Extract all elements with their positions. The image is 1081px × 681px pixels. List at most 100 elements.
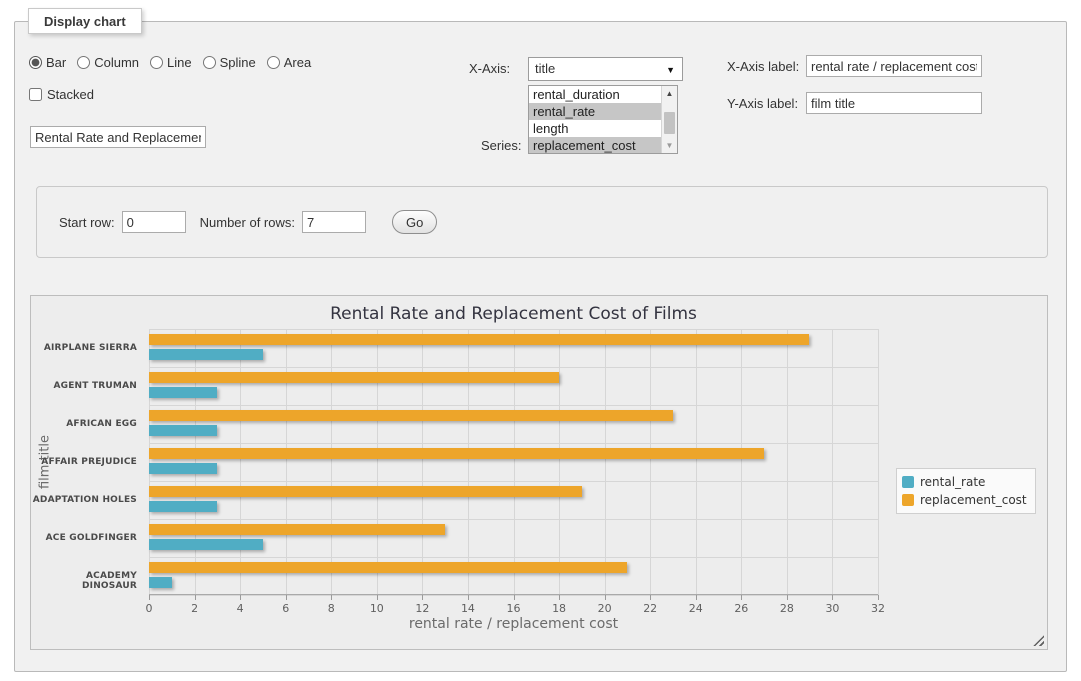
chart-type-option-column[interactable]: Column xyxy=(77,55,139,70)
x-axis-title: rental rate / replacement cost xyxy=(149,616,878,632)
x-tick-mark xyxy=(878,595,879,600)
x-tick-mark xyxy=(741,595,742,600)
x-tick-label: 8 xyxy=(328,602,335,615)
x-tick-label: 6 xyxy=(282,602,289,615)
chart-type-radio-column[interactable] xyxy=(77,56,90,69)
x-tick-mark xyxy=(650,595,651,600)
bar-rental_rate xyxy=(149,387,217,398)
series-option-rental_duration[interactable]: rental_duration xyxy=(529,86,661,103)
resize-handle-icon[interactable] xyxy=(1033,635,1044,646)
x-tick-mark xyxy=(286,595,287,600)
chart-type-label: Area xyxy=(284,55,311,70)
x-axis-select[interactable]: title ▼ xyxy=(528,57,683,81)
x-axis-label-input[interactable] xyxy=(806,55,982,77)
bar-group-agent-truman xyxy=(149,367,878,405)
chart-type-label: Column xyxy=(94,55,139,70)
bar-rental_rate xyxy=(149,539,263,550)
x-tick-label: 30 xyxy=(825,602,839,615)
bar-group-adaptation-holes xyxy=(149,481,878,519)
bar-rental_rate xyxy=(149,425,217,436)
chart-type-radio-group: Bar Column Line Spline Area xyxy=(29,55,318,70)
legend-swatch-rental_rate xyxy=(902,476,914,488)
y-axis-label-caption: Y-Axis label: xyxy=(727,96,798,111)
num-rows-label: Number of rows: xyxy=(200,215,295,230)
legend-label: replacement_cost xyxy=(920,493,1027,507)
chart-type-option-bar[interactable]: Bar xyxy=(29,55,66,70)
chart-type-option-area[interactable]: Area xyxy=(267,55,311,70)
bar-replacement_cost xyxy=(149,524,445,535)
chart-type-radio-area[interactable] xyxy=(267,56,280,69)
x-tick-mark xyxy=(149,595,150,600)
legend-swatch-replacement_cost xyxy=(902,494,914,506)
x-tick-mark xyxy=(832,595,833,600)
bar-group-academy-dinosaur xyxy=(149,557,878,595)
stacked-label: Stacked xyxy=(47,87,94,102)
start-row-label: Start row: xyxy=(59,215,115,230)
gridline-vertical xyxy=(878,329,879,595)
x-tick-label: 32 xyxy=(871,602,885,615)
bar-group-ace-goldfinger xyxy=(149,519,878,557)
scroll-down-icon[interactable]: ▼ xyxy=(662,138,677,153)
stacked-checkbox[interactable] xyxy=(29,88,42,101)
bar-replacement_cost xyxy=(149,562,627,573)
chart-panel: Rental Rate and Replacement Cost of Film… xyxy=(30,295,1048,650)
chart-title-input[interactable] xyxy=(30,126,206,148)
series-list-label: Series: xyxy=(481,138,521,153)
category-label: ACE GOLDFINGER xyxy=(31,533,137,543)
legend-label: rental_rate xyxy=(920,475,985,489)
bar-rental_rate xyxy=(149,577,172,588)
chart-type-radio-line[interactable] xyxy=(150,56,163,69)
x-tick-mark xyxy=(240,595,241,600)
category-label: AFRICAN EGG xyxy=(31,419,137,429)
stacked-checkbox-row[interactable]: Stacked xyxy=(29,87,94,102)
x-tick-mark xyxy=(559,595,560,600)
y-axis-label-input[interactable] xyxy=(806,92,982,114)
x-tick-label: 4 xyxy=(237,602,244,615)
x-tick-mark xyxy=(422,595,423,600)
listbox-scrollbar[interactable]: ▲ ▼ xyxy=(661,86,677,153)
page: Display chart BarColumnLineSplineArea St… xyxy=(0,0,1081,681)
bar-replacement_cost xyxy=(149,448,764,459)
row-range-panel: Start row: Number of rows: Go xyxy=(36,186,1048,258)
num-rows-input[interactable] xyxy=(302,211,366,233)
bar-group-affair-prejudice xyxy=(149,443,878,481)
x-tick-label: 12 xyxy=(415,602,429,615)
x-tick-mark xyxy=(696,595,697,600)
x-tick-label: 20 xyxy=(598,602,612,615)
legend-item-replacement_cost[interactable]: replacement_cost xyxy=(902,491,1027,509)
scroll-up-icon[interactable]: ▲ xyxy=(662,86,677,101)
x-tick-label: 2 xyxy=(191,602,198,615)
series-option-rental_rate[interactable]: rental_rate xyxy=(529,103,661,120)
bar-rental_rate xyxy=(149,501,217,512)
x-tick-label: 28 xyxy=(780,602,794,615)
x-tick-mark xyxy=(195,595,196,600)
x-tick-mark xyxy=(468,595,469,600)
series-options: rental_durationrental_ratelengthreplacem… xyxy=(529,86,661,153)
series-option-length[interactable]: length xyxy=(529,120,661,137)
bar-group-african-egg xyxy=(149,405,878,443)
x-tick-label: 22 xyxy=(643,602,657,615)
series-listbox[interactable]: rental_durationrental_ratelengthreplacem… xyxy=(528,85,678,154)
x-tick-mark xyxy=(787,595,788,600)
chart-type-radio-bar[interactable] xyxy=(29,56,42,69)
chart-type-option-spline[interactable]: Spline xyxy=(203,55,256,70)
bar-rental_rate xyxy=(149,463,217,474)
x-tick-mark xyxy=(514,595,515,600)
bar-group-airplane-sierra xyxy=(149,329,878,367)
chart-type-label: Bar xyxy=(46,55,66,70)
x-tick-label: 18 xyxy=(552,602,566,615)
scrollbar-thumb[interactable] xyxy=(664,112,675,134)
bar-rental_rate xyxy=(149,349,263,360)
x-axis-selected-value: title xyxy=(535,61,555,76)
chart-type-option-line[interactable]: Line xyxy=(150,55,192,70)
x-tick-mark xyxy=(331,595,332,600)
go-button[interactable]: Go xyxy=(392,210,437,234)
series-option-replacement_cost[interactable]: replacement_cost xyxy=(529,137,661,154)
category-label: AGENT TRUMAN xyxy=(31,381,137,391)
plot-area xyxy=(149,329,878,595)
bar-replacement_cost xyxy=(149,410,673,421)
start-row-input[interactable] xyxy=(122,211,186,233)
category-label: AIRPLANE SIERRA xyxy=(31,343,137,353)
legend-item-rental_rate[interactable]: rental_rate xyxy=(902,473,1027,491)
chart-type-radio-spline[interactable] xyxy=(203,56,216,69)
